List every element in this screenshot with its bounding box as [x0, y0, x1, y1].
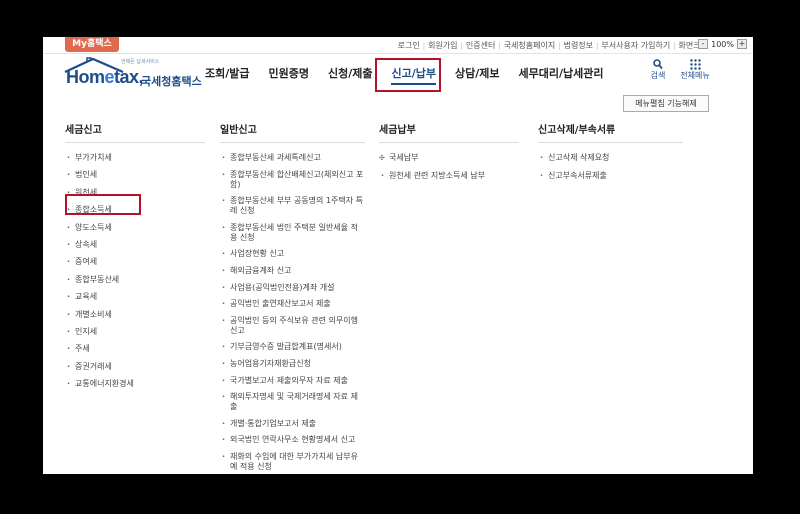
- tax-report-list: 부가가치세 법인세 원천세 종합소득세 양도소득세 상속세 증여세 종합부동산세…: [65, 153, 205, 389]
- menu-comprehensive-real-estate-tax[interactable]: 종합부동산세: [65, 275, 205, 285]
- list-item[interactable]: 사업장현황 신고: [220, 249, 365, 259]
- nav-civil-certificate[interactable]: 민원증명: [269, 65, 309, 85]
- list-item[interactable]: 해외투자명세 및 국제거래명세 자료 제출: [220, 392, 365, 412]
- menu-corporate-tax[interactable]: 법인세: [65, 170, 205, 180]
- tax-payment-column: 세금납부 국세납부 원천세 관련 지방소득세 납부: [379, 121, 519, 188]
- utility-bar: My홈택스 로그인 | 회원가입 | 인증센터 | 국세청홈페이지 | 법령정보 | 부서…: [43, 37, 753, 54]
- menu-attached-docs-submit[interactable]: 신고부속서류제출: [538, 171, 683, 181]
- tax-report-title: 세금신고: [65, 121, 205, 143]
- signup-link[interactable]: 회원가입: [425, 40, 460, 51]
- list-item[interactable]: 종합부동산세 과세특례신고: [220, 153, 365, 163]
- list-item[interactable]: 기부금영수증 발급합계표(명세서): [220, 342, 365, 352]
- list-item[interactable]: 공익법인 등의 주식보유 관련 의무이행 신고: [220, 316, 365, 336]
- general-report-column: 일반신고 종합부동산세 과세특례신고 종합부동산세 합산배제신고(체외신고 포함…: [220, 121, 365, 474]
- report-delete-column: 신고삭제/부속서류 신고삭제 삭제요청 신고부속서류제출: [538, 121, 683, 188]
- menu-gift-tax[interactable]: 증여세: [65, 257, 205, 267]
- income-tax-highlight-box: [65, 194, 141, 215]
- tax-payment-list: 국세납부 원천세 관련 지방소득세 납부: [379, 153, 519, 181]
- dept-user-signup-link[interactable]: 부서사용자 가입하기: [598, 40, 673, 51]
- menu-vat[interactable]: 부가가치세: [65, 153, 205, 163]
- zoom-value: 100%: [711, 39, 734, 49]
- all-menu-label: 전체메뉴: [680, 71, 710, 80]
- menu-liquor-tax[interactable]: 주세: [65, 344, 205, 354]
- list-item[interactable]: 농어업용기자재환급신청: [220, 359, 365, 369]
- menu-transport-energy-tax[interactable]: 교통에너지환경세: [65, 379, 205, 389]
- my-hometax-tab[interactable]: My홈택스: [65, 37, 119, 52]
- grid-icon: [689, 59, 701, 70]
- list-item[interactable]: 사업용(공익법인전용)계좌 개설: [220, 283, 365, 293]
- menu-report-delete-request[interactable]: 신고삭제 삭제요청: [538, 153, 683, 163]
- logo-tagline: 언제든 납세서비스: [121, 59, 160, 65]
- nav-apply-submit[interactable]: 신청/제출: [328, 65, 373, 85]
- list-item[interactable]: 종합부동산세 부부 공동명의 1주택자 특례 신청: [220, 196, 365, 216]
- report-delete-list: 신고삭제 삭제요청 신고부속서류제출: [538, 153, 683, 181]
- logo-korean: 국세청홈택스: [141, 75, 202, 88]
- menu-education-tax[interactable]: 교육세: [65, 292, 205, 302]
- menu-capital-gains-tax[interactable]: 양도소득세: [65, 223, 205, 233]
- logo-brand: Hometax,: [66, 67, 144, 87]
- menu-stamp-tax[interactable]: 인지세: [65, 327, 205, 337]
- report-delete-title: 신고삭제/부속서류: [538, 121, 683, 143]
- list-item[interactable]: 국가별보고서 제출의무자 자료 제출: [220, 376, 365, 386]
- nts-homepage-link[interactable]: 국세청홈페이지: [501, 40, 559, 51]
- list-item[interactable]: 공익법인 출연재산보고서 제출: [220, 299, 365, 309]
- list-item[interactable]: 개별·통합기업보고서 제출: [220, 419, 365, 429]
- search-icon: [653, 59, 663, 70]
- nav-lookup-issue[interactable]: 조회/발급: [205, 65, 250, 85]
- menu-inheritance-tax[interactable]: 상속세: [65, 240, 205, 250]
- menu-expand-toggle-button[interactable]: 메뉴펼침 기능해제: [623, 95, 709, 112]
- utility-links: 로그인 | 회원가입 | 인증센터 | 국세청홈페이지 | 법령정보 | 부서사용자 가입…: [395, 40, 711, 51]
- search-label: 검색: [650, 71, 666, 80]
- hometax-logo[interactable]: 언제든 납세서비스 Hometax, 국세청홈택스: [63, 56, 203, 90]
- tax-report-column: 세금신고 부가가치세 법인세 원천세 종합소득세 양도소득세 상속세 증여세 종…: [65, 121, 205, 396]
- general-report-title: 일반신고: [220, 121, 365, 143]
- list-item[interactable]: 외국법인 연락사무소 현황명세서 신고: [220, 435, 365, 445]
- list-item[interactable]: 종합부동산세 합산배제신고(체외신고 포함): [220, 170, 365, 190]
- menu-securities-transaction-tax[interactable]: 증권거래세: [65, 362, 205, 372]
- tax-payment-title: 세금납부: [379, 121, 519, 143]
- menu-local-income-tax-payment[interactable]: 원천세 관련 지방소득세 납부: [379, 171, 519, 181]
- law-info-link[interactable]: 법령정보: [561, 40, 596, 51]
- nav-consult-report[interactable]: 상담/제보: [455, 65, 500, 85]
- browser-frame: My홈택스 로그인 | 회원가입 | 인증센터 | 국세청홈페이지 | 법령정보 | 부서…: [43, 37, 753, 474]
- menu-individual-consumption-tax[interactable]: 개별소비세: [65, 310, 205, 320]
- list-item[interactable]: 종합부동산세 법인 주택분 일반세율 적용 신청: [220, 223, 365, 243]
- auth-center-link[interactable]: 인증센터: [463, 40, 498, 51]
- all-menu-button[interactable]: 전체메뉴: [675, 59, 715, 81]
- list-item[interactable]: 재화의 수입에 대한 부가가치세 납부유예 적용 신청: [220, 452, 365, 472]
- zoom-in-button[interactable]: +: [737, 39, 747, 49]
- nav-tax-agent[interactable]: 세무대리/납세관리: [518, 65, 603, 85]
- general-report-list: 종합부동산세 과세특례신고 종합부동산세 합산배제신고(체외신고 포함) 종합부…: [220, 153, 365, 472]
- search-button[interactable]: 검색: [647, 59, 669, 81]
- nav-highlight-box: [375, 58, 441, 92]
- menu-national-tax-payment[interactable]: 국세납부: [379, 153, 519, 163]
- zoom-control: - 100% +: [698, 39, 747, 49]
- list-item[interactable]: 해외금융계좌 신고: [220, 266, 365, 276]
- login-link[interactable]: 로그인: [395, 40, 423, 51]
- zoom-out-button[interactable]: -: [698, 39, 709, 49]
